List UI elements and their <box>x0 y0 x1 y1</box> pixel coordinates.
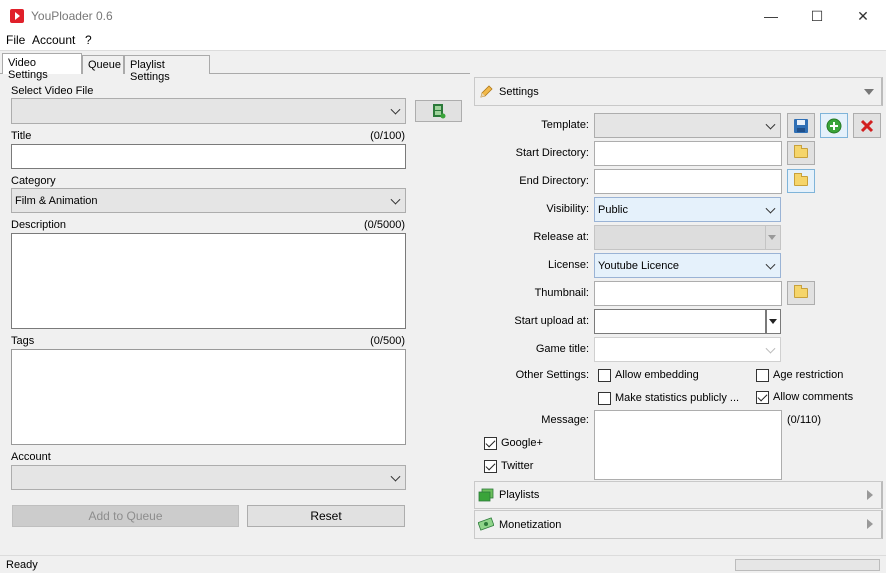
make-statistics-checkbox[interactable] <box>598 392 611 405</box>
end-directory-label: End Directory: <box>519 175 589 187</box>
title-counter: (0/100) <box>370 130 405 142</box>
other-settings-label: Other Settings: <box>515 369 589 381</box>
dropdown-arrow-icon <box>769 319 777 324</box>
start-directory-label: Start Directory: <box>515 147 589 159</box>
tags-counter: (0/500) <box>370 335 405 347</box>
allow-embedding-label: Allow embedding <box>615 369 699 381</box>
thumbnail-label: Thumbnail: <box>534 287 589 299</box>
browse-thumbnail-button[interactable] <box>787 281 815 305</box>
expand-arrow-icon[interactable] <box>867 519 873 529</box>
upload-progress-bar <box>735 559 880 571</box>
tags-textarea[interactable] <box>11 349 406 445</box>
age-restriction-label: Age restriction <box>773 369 844 381</box>
monetization-title: Monetization <box>499 519 562 531</box>
menu-bar <box>0 32 886 50</box>
allow-comments-label: Allow comments <box>773 391 854 403</box>
message-textarea[interactable] <box>594 410 782 480</box>
allow-comments-checkbox[interactable] <box>756 391 769 404</box>
make-statistics-label: Make statistics publicly ... <box>615 392 740 404</box>
browse-start-directory-button[interactable] <box>787 141 815 165</box>
start-upload-picker[interactable] <box>594 309 766 334</box>
add-to-queue-button[interactable]: Add to Queue <box>12 505 239 527</box>
select-video-label: Select Video File <box>11 85 94 97</box>
menu-account[interactable]: Account <box>32 33 75 47</box>
visibility-select[interactable]: Public <box>594 197 781 222</box>
account-label: Account <box>11 451 51 463</box>
collapse-arrow-icon[interactable] <box>864 89 874 95</box>
thumbnail-input[interactable] <box>594 281 782 306</box>
license-label: License: <box>548 259 589 271</box>
game-title-select[interactable] <box>594 337 781 362</box>
tab-video-settings[interactable]: Video Settings <box>2 53 82 81</box>
reset-button[interactable]: Reset <box>247 505 405 527</box>
category-select[interactable]: Film & Animation <box>11 188 406 213</box>
save-template-button[interactable] <box>787 113 815 138</box>
playlists-icon <box>478 488 494 502</box>
close-button[interactable]: ✕ <box>840 0 886 32</box>
start-directory-input[interactable] <box>594 141 782 166</box>
folder-icon <box>794 173 808 186</box>
allow-embedding-checkbox[interactable] <box>598 369 611 382</box>
tags-label: Tags <box>11 335 35 347</box>
age-restriction-checkbox[interactable] <box>756 369 769 382</box>
save-icon <box>794 118 808 133</box>
license-select[interactable]: Youtube Licence <box>594 253 781 278</box>
twitter-checkbox[interactable] <box>484 460 497 473</box>
status-text: Ready <box>6 559 38 571</box>
start-upload-label: Start upload at: <box>514 315 589 327</box>
google-plus-label: Google+ <box>501 437 543 449</box>
visibility-label: Visibility: <box>546 203 589 215</box>
folder-icon <box>794 285 808 298</box>
game-title-label: Game title: <box>535 343 589 355</box>
visibility-value: Public <box>598 203 628 216</box>
dropdown-arrow-icon <box>768 235 776 240</box>
title-label: Title <box>11 130 32 142</box>
film-icon <box>432 104 445 119</box>
account-select[interactable] <box>11 465 406 490</box>
title-input[interactable] <box>11 144 406 169</box>
message-counter: (0/110) <box>787 414 822 426</box>
minimize-button[interactable]: — <box>748 0 794 32</box>
twitter-label: Twitter <box>501 460 534 472</box>
playlists-title: Playlists <box>499 489 540 501</box>
pencil-icon <box>480 85 493 98</box>
release-at-label: Release at: <box>533 231 589 243</box>
release-at-picker[interactable] <box>594 225 781 250</box>
google-plus-checkbox[interactable] <box>484 437 497 450</box>
delete-icon <box>860 119 874 132</box>
folder-icon <box>794 145 808 158</box>
template-select[interactable] <box>594 113 781 138</box>
menu-help[interactable]: ? <box>85 33 92 47</box>
menu-file[interactable]: File <box>6 33 25 47</box>
settings-title: Settings <box>499 86 539 98</box>
app-logo-icon <box>10 9 24 23</box>
menu-divider <box>0 50 886 51</box>
description-label: Description <box>11 219 67 231</box>
browse-end-directory-button[interactable] <box>787 169 815 193</box>
tab-playlist-settings[interactable]: Playlist Settings <box>124 55 210 83</box>
video-file-select[interactable] <box>11 98 406 124</box>
category-label: Category <box>11 175 56 187</box>
delete-template-button[interactable] <box>853 113 881 138</box>
browse-video-button[interactable] <box>415 100 462 122</box>
description-counter: (0/5000) <box>364 219 405 231</box>
end-directory-input[interactable] <box>594 169 782 194</box>
message-label: Message: <box>541 414 589 426</box>
add-icon <box>826 118 842 133</box>
add-template-button[interactable] <box>820 113 848 138</box>
money-icon <box>478 517 494 531</box>
license-value: Youtube Licence <box>598 259 679 272</box>
category-value: Film & Animation <box>15 194 98 207</box>
maximize-button[interactable]: ☐ <box>794 0 840 32</box>
template-label: Template: <box>541 119 589 131</box>
window-title: YouPloader 0.6 <box>31 9 113 23</box>
tab-queue[interactable]: Queue <box>82 55 124 74</box>
expand-arrow-icon[interactable] <box>867 490 873 500</box>
description-textarea[interactable] <box>11 233 406 329</box>
